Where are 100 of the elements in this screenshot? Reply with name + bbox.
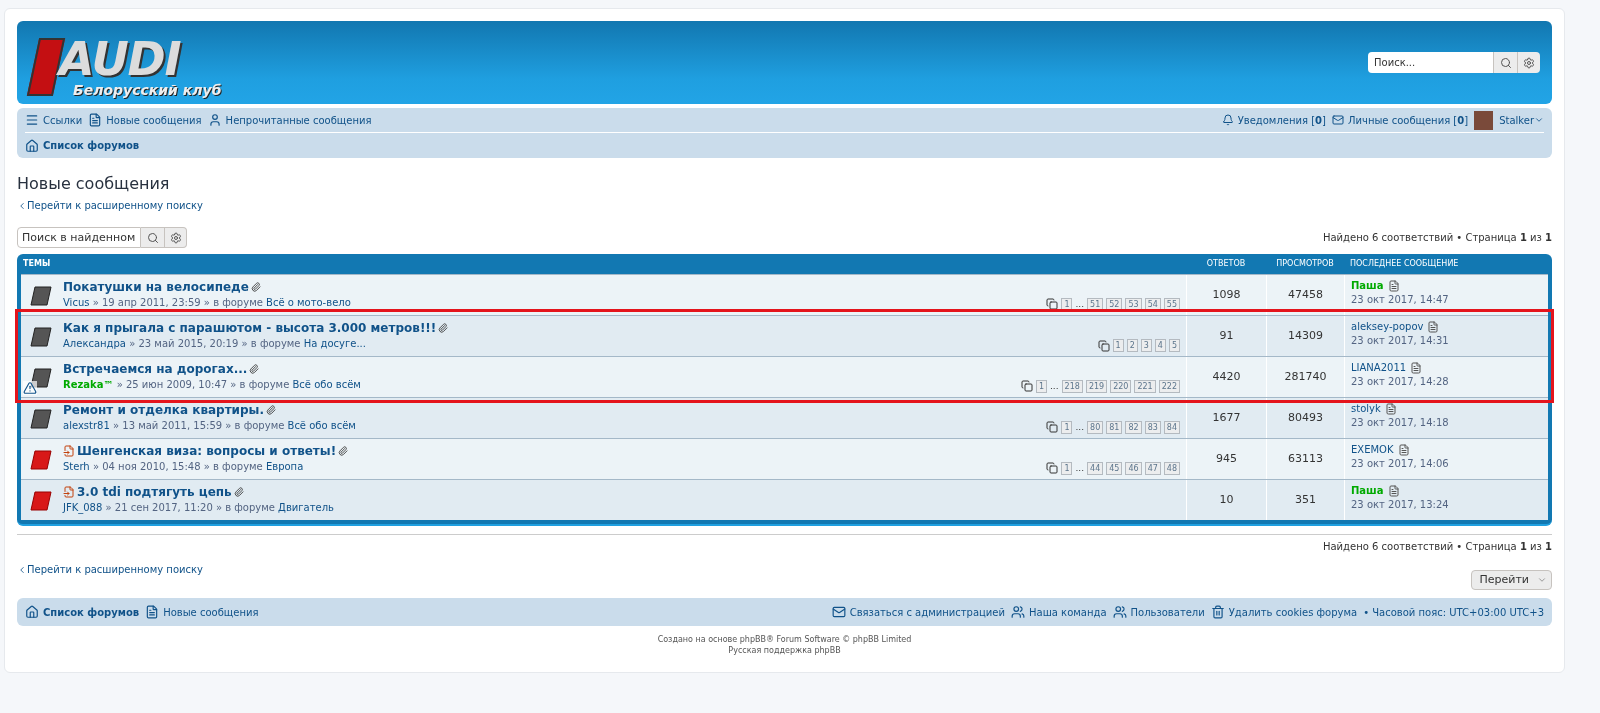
page-link[interactable]: 218: [1061, 379, 1083, 393]
page-link[interactable]: 221: [1134, 379, 1156, 393]
pages-icon: [1046, 462, 1059, 475]
page-link[interactable]: 84: [1163, 420, 1180, 434]
page-link[interactable]: 44: [1087, 461, 1104, 475]
page-link[interactable]: 5: [1168, 339, 1180, 352]
author-link[interactable]: Vicus: [63, 297, 90, 308]
home-icon: [25, 605, 39, 619]
page-link[interactable]: 1: [1061, 461, 1073, 475]
document-icon: [145, 605, 160, 619]
jump-button[interactable]: Перейти: [1470, 570, 1552, 590]
footer-link[interactable]: Новые сообщения: [145, 604, 259, 620]
pages-icon: [1097, 339, 1110, 352]
page-link[interactable]: 80: [1087, 420, 1104, 434]
author-link[interactable]: Sterh: [63, 461, 90, 472]
topic-link[interactable]: Покатушки на велосипеде: [63, 279, 249, 295]
settings-icon: [169, 231, 182, 244]
search-results-field[interactable]: Поиск в найденном: [17, 227, 141, 248]
page-link[interactable]: 1: [1061, 297, 1073, 311]
page-link[interactable]: 83: [1144, 420, 1161, 434]
footer-link[interactable]: Пользователи: [1112, 604, 1205, 620]
topic-link[interactable]: 3.0 tdi подтягуть цепь: [77, 484, 232, 500]
page-link[interactable]: 81: [1106, 420, 1123, 434]
settings-icon: [1523, 56, 1535, 69]
caret-icon: [1534, 115, 1544, 125]
page-link[interactable]: 1: [1112, 339, 1124, 352]
last-post-icon: [1384, 403, 1397, 415]
advanced-search-link[interactable]: Перейти к расширенному поиску: [17, 562, 203, 577]
page-link[interactable]: 1: [1035, 379, 1047, 393]
last-author-link[interactable]: LIANA2011: [1351, 361, 1407, 375]
last-post-icon: [1387, 485, 1400, 497]
new-post-icon: [63, 486, 75, 498]
user-menu[interactable]: Stalker: [1499, 112, 1544, 128]
page-link[interactable]: 48: [1163, 461, 1180, 475]
forum-link[interactable]: Европа: [265, 461, 304, 472]
nav-link[interactable]: Непрочитанные сообщения: [207, 112, 372, 128]
search-button[interactable]: [141, 227, 165, 248]
page-link[interactable]: 3: [1140, 339, 1152, 352]
users-icon: [1011, 605, 1025, 619]
last-author-link[interactable]: aleksey-popov: [1351, 320, 1424, 334]
document-icon: [88, 113, 103, 127]
new-post-icon: [63, 445, 75, 457]
footer-link[interactable]: Наша команда: [1011, 604, 1107, 620]
advanced-search-link[interactable]: Перейти к расширенному поиску: [17, 198, 1552, 213]
search-button[interactable]: [1493, 52, 1517, 73]
page-link[interactable]: 1: [1061, 420, 1073, 434]
breadcrumb-link[interactable]: Список форумов: [25, 138, 140, 153]
menu-icon: [25, 113, 39, 127]
user-icon: [207, 113, 222, 127]
page-link[interactable]: 4: [1154, 339, 1166, 352]
topic-link[interactable]: Шенгенская виза: вопросы и ответы!: [77, 443, 337, 459]
last-author-link[interactable]: EXEMOK: [1351, 443, 1394, 457]
settings-button[interactable]: [165, 227, 187, 248]
page-link[interactable]: 82: [1125, 420, 1142, 434]
attachment-icon: [249, 364, 260, 374]
author-link[interactable]: alexstr81: [63, 420, 110, 431]
pages-icon: [1046, 421, 1059, 434]
search-field[interactable]: Поиск...: [1368, 52, 1493, 73]
page-link[interactable]: 220: [1110, 379, 1132, 393]
forum-link[interactable]: Всё обо всём: [287, 420, 356, 431]
page-link[interactable]: 2: [1126, 339, 1138, 352]
trash-icon: [1210, 605, 1225, 619]
forum-link[interactable]: Двигатель: [278, 502, 334, 513]
forum-link[interactable]: Всё обо всём: [292, 379, 361, 390]
author-link[interactable]: Александра: [63, 338, 126, 349]
last-post-date: 23 окт 2017, 14:31: [1351, 334, 1450, 348]
settings-button[interactable]: [1517, 52, 1540, 73]
topic-link[interactable]: Встречаемся на дорогах...: [63, 361, 248, 377]
footer-link[interactable]: Связаться с администрацией: [831, 604, 1005, 620]
last-post-icon: [1410, 362, 1423, 374]
home-icon: [25, 138, 39, 153]
pages-icon: [1020, 380, 1033, 393]
page-ellipsis: ...: [1075, 297, 1085, 311]
author-link[interactable]: JFK_088: [63, 502, 103, 513]
topic-date: » 25 июн 2009, 10:47 » в форуме: [116, 379, 290, 390]
copyright-text: Создано на основе phpBB® Forum Software © phpBB Limited: [657, 634, 912, 645]
page-link[interactable]: 46: [1125, 461, 1142, 475]
page-link[interactable]: 219: [1085, 379, 1108, 393]
nav-link[interactable]: Ссылки: [25, 112, 83, 128]
column-header: ОТВЕТОВ: [1205, 258, 1247, 270]
footer-link[interactable]: Список форумов: [25, 604, 140, 620]
topic-link[interactable]: Как я прыгала с парашютом - высота 3.000 метров!!!: [63, 320, 437, 336]
search-icon: [146, 231, 159, 244]
page-title: Новые сообщения: [17, 174, 171, 194]
last-post-date: 23 окт 2017, 13:24: [1351, 498, 1450, 512]
page-link[interactable]: 222: [1158, 379, 1180, 393]
footer-link[interactable]: Удалить cookies форума: [1210, 604, 1358, 620]
forum-link[interactable]: На досуге...: [303, 338, 366, 349]
pagination-info: Найдено 6 соответствий • Страница 1 из 1: [1322, 540, 1552, 554]
column-header: ТЕМЫ: [22, 258, 52, 270]
messages-link[interactable]: Личные сообщения [0]: [1331, 112, 1469, 128]
nav-link[interactable]: Новые сообщения: [88, 112, 202, 128]
page-link[interactable]: 47: [1144, 461, 1161, 475]
attachment-icon: [233, 487, 244, 497]
page-link[interactable]: 45: [1106, 461, 1123, 475]
notifications-link[interactable]: Уведомления [0]: [1221, 112, 1326, 128]
last-author-link[interactable]: stolyk: [1351, 402, 1381, 416]
forum-link[interactable]: Всё о мото-вело: [266, 297, 351, 308]
topic-date: » 23 май 2015, 20:19 » в форуме: [129, 338, 301, 349]
topic-link[interactable]: Ремонт и отделка квартиры.: [63, 402, 265, 418]
